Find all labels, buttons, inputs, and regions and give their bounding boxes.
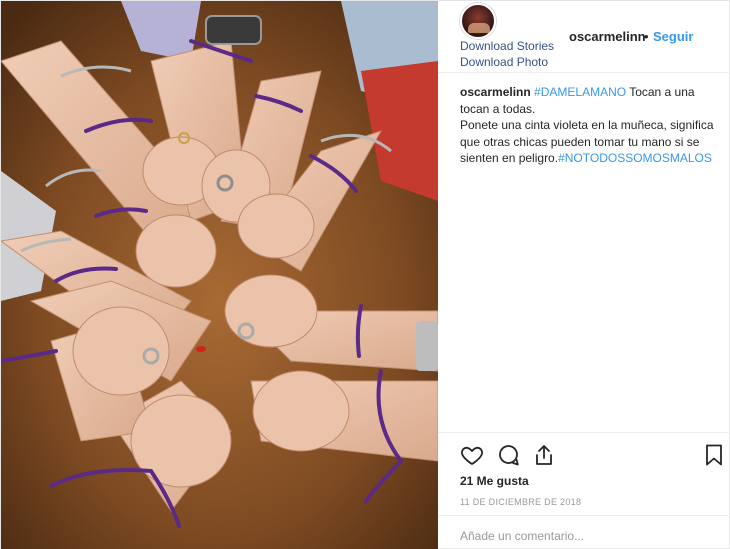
bookmark-icon[interactable] (702, 443, 726, 467)
download-photo-link[interactable]: Download Photo (460, 55, 548, 69)
separator-dot: • (644, 29, 649, 44)
comment-input[interactable] (460, 526, 710, 546)
hashtag-notodossomosmalos[interactable]: #NOTODOSSOMOSMALOS (558, 151, 712, 165)
action-bar (438, 432, 730, 476)
post-side-panel: Download Stories Download Photo oscarmel… (438, 1, 730, 549)
heart-icon[interactable] (460, 443, 484, 467)
hashtag-damelamano[interactable]: #DAMELAMANO (534, 85, 626, 99)
post-header: Download Stories Download Photo oscarmel… (438, 1, 730, 73)
caption-username[interactable]: oscarmelinn (460, 85, 531, 99)
instagram-post: Download Stories Download Photo oscarmel… (0, 0, 730, 549)
follow-button[interactable]: Seguir (653, 29, 693, 44)
avatar[interactable] (460, 3, 496, 39)
download-stories-link[interactable]: Download Stories (460, 39, 554, 53)
author-username[interactable]: oscarmelinn (569, 29, 646, 44)
likes-count[interactable]: 21 Me gusta (460, 474, 529, 488)
comment-box (438, 515, 730, 549)
hands-with-violet-ribbons-image (1, 1, 438, 549)
comment-icon[interactable] (496, 443, 520, 467)
post-photo[interactable] (1, 1, 438, 549)
post-date[interactable]: 11 DE DICIEMBRE DE 2018 (460, 497, 581, 507)
share-icon[interactable] (532, 443, 556, 467)
post-caption: oscarmelinn #DAMELAMANO Tocan a una toca… (460, 84, 718, 167)
